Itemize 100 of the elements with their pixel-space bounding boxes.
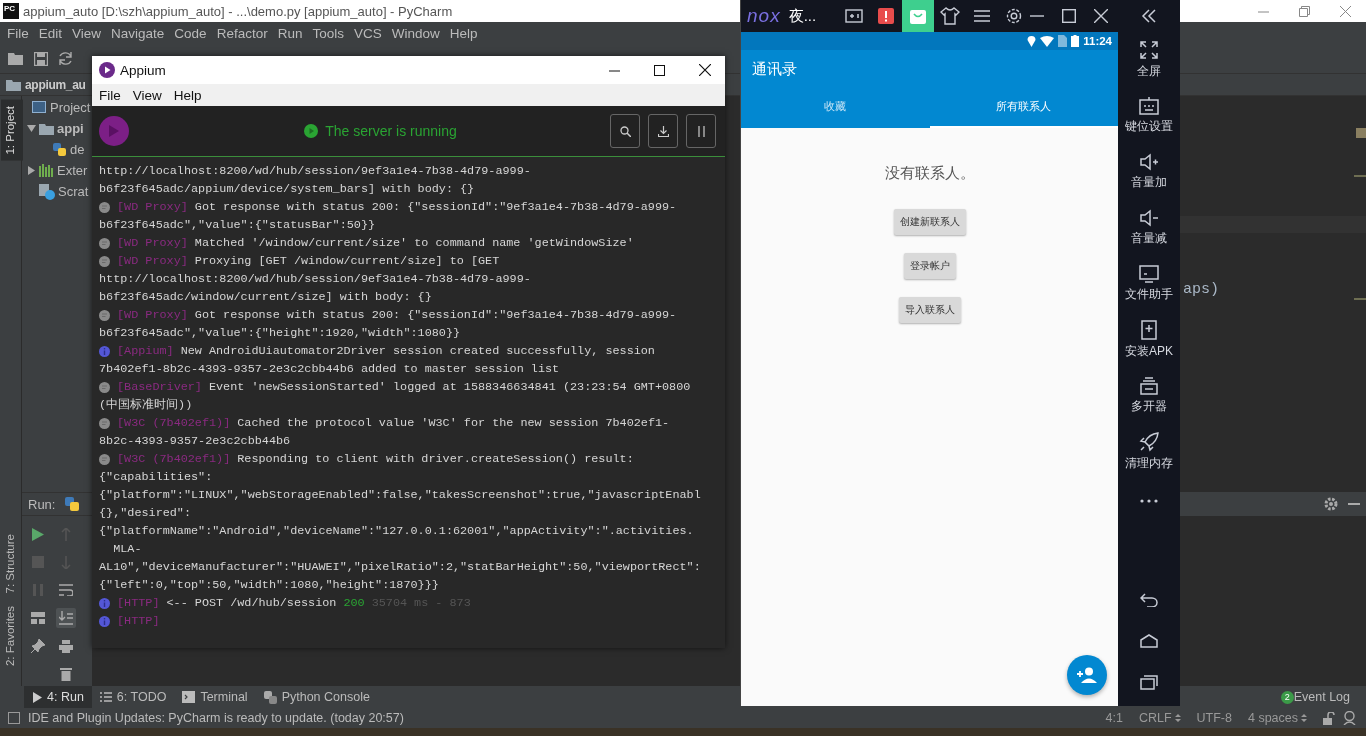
- menu-item[interactable]: VCS: [348, 25, 387, 41]
- log-tag: [HTTP]: [117, 612, 160, 630]
- tool-window-tab[interactable]: 1: Project: [1, 100, 23, 161]
- alert-icon[interactable]: [878, 8, 895, 24]
- sim-card-icon: [1058, 35, 1068, 47]
- sidebar-button[interactable]: 音量减: [1131, 200, 1167, 256]
- keyboard-icon[interactable]: [845, 9, 864, 23]
- soft-wrap-icon[interactable]: [59, 584, 73, 596]
- log-tag: [WD Proxy]: [117, 306, 188, 324]
- menu-item[interactable]: Run: [272, 25, 308, 41]
- print-icon[interactable]: [59, 639, 73, 653]
- pin-icon[interactable]: [31, 639, 45, 653]
- recents-icon[interactable]: [1140, 673, 1158, 690]
- menu-item[interactable]: Code: [169, 25, 212, 41]
- window-title: 夜...: [788, 6, 817, 26]
- settings-icon[interactable]: [1005, 7, 1024, 25]
- tool-window-tab[interactable]: 4: Run: [24, 686, 92, 708]
- tool-window-tab[interactable]: Python Console: [255, 686, 378, 708]
- menu-item[interactable]: Help: [168, 87, 207, 103]
- tree-item[interactable]: de: [70, 142, 85, 157]
- sidebar-button[interactable]: 键位设置: [1125, 88, 1173, 144]
- tool-window-tab[interactable]: Terminal: [174, 686, 256, 708]
- tree-item[interactable]: Exter: [57, 163, 88, 178]
- close-icon[interactable]: [699, 64, 711, 76]
- shirt-icon[interactable]: [940, 7, 961, 25]
- menu-item[interactable]: Edit: [33, 25, 68, 41]
- sidebar-button[interactable]: 文件助手: [1125, 256, 1173, 312]
- panel-title[interactable]: Project: [50, 99, 91, 115]
- status-item[interactable]: UTF-8: [1196, 711, 1232, 725]
- log-text: 8b2c-4393-9357-2e3c2cbb44b6: [99, 433, 291, 450]
- expand-arrow-icon[interactable]: [27, 124, 36, 133]
- chat-bubble-icon: [99, 255, 110, 267]
- menu-item[interactable]: Tools: [307, 25, 349, 41]
- sidebar-button[interactable]: 多开器: [1131, 368, 1167, 424]
- menu-item[interactable]: Window: [386, 25, 445, 41]
- inspector-icon[interactable]: [1343, 711, 1356, 725]
- chat-bubble-icon: [99, 417, 110, 429]
- sidebar-button[interactable]: 全屏: [1137, 32, 1161, 88]
- app-title: 通讯录: [751, 58, 798, 79]
- menu-icon[interactable]: [973, 9, 992, 23]
- sync-icon[interactable]: [58, 51, 73, 66]
- pause-button[interactable]: [686, 114, 716, 148]
- app-logo: nox: [747, 5, 781, 27]
- tree-item[interactable]: Scrat: [58, 184, 89, 199]
- gutter-mark: [1354, 175, 1366, 177]
- status-item[interactable]: CRLF: [1138, 711, 1181, 725]
- tool-window-tab[interactable]: 6: TODO: [91, 686, 175, 708]
- download-button[interactable]: [648, 114, 678, 148]
- sidebar-button[interactable]: 安装APK: [1125, 312, 1173, 368]
- tool-window-tab[interactable]: 7: Structure: [1, 528, 23, 600]
- menu-item[interactable]: View: [67, 25, 107, 41]
- lock-icon[interactable]: [1323, 711, 1335, 725]
- action-button[interactable]: 登录帐户: [903, 253, 956, 279]
- menu-item[interactable]: View: [127, 87, 167, 103]
- menu-item[interactable]: Navigate: [106, 25, 170, 41]
- home-icon[interactable]: [1140, 633, 1158, 648]
- layout-icon[interactable]: [31, 612, 45, 624]
- expand-arrow-icon[interactable]: [27, 166, 36, 175]
- breadcrumb[interactable]: appium_au: [25, 77, 86, 92]
- status-message[interactable]: IDE and Plugin Updates: PyCharm is ready to update. (today 20:57): [28, 711, 404, 725]
- sidebar-button[interactable]: 音量加: [1131, 144, 1167, 200]
- trash-icon[interactable]: [60, 667, 72, 681]
- log-text: http://localhost:8200/wd/hub/session/9ef3a1e4-7b38-4d79-a999-: [99, 271, 531, 288]
- more-icon[interactable]: [1140, 498, 1158, 503]
- log-text: MLA-: [112, 541, 142, 558]
- tree-item[interactable]: appi: [57, 121, 84, 136]
- back-icon[interactable]: [1140, 592, 1158, 607]
- add-contact-button[interactable]: [1067, 655, 1107, 695]
- toolbar-button[interactable]: [902, 0, 935, 32]
- search-button[interactable]: [610, 114, 640, 148]
- window-title: appium_auto [D:\szh\appium_auto] - ...\demo.py [appium_auto] - PyCharm: [23, 3, 453, 19]
- menu-item[interactable]: Help: [444, 25, 483, 41]
- tool-window-tab[interactable]: 2: Favorites: [1, 599, 23, 672]
- status-item[interactable]: 4 spaces: [1247, 711, 1307, 725]
- open-folder-icon[interactable]: [8, 51, 24, 66]
- scroll-to-end-icon[interactable]: [59, 611, 73, 625]
- menu-item[interactable]: File: [94, 87, 126, 103]
- log-text: http://localhost:8200/wd/hub/session/9ef3a1e4-7b38-4d79-a999-: [99, 163, 531, 180]
- status-item[interactable]: 4:1: [1105, 711, 1123, 725]
- restore-icon[interactable]: [1299, 5, 1310, 17]
- collapse-icon[interactable]: [1141, 9, 1157, 23]
- panel-title: Run:: [28, 496, 56, 512]
- save-icon[interactable]: [34, 51, 48, 66]
- log-text: (中国标准时间)): [99, 397, 193, 414]
- python-icon: [65, 497, 80, 511]
- maximize-icon[interactable]: [654, 64, 665, 76]
- python-icon: [263, 690, 277, 704]
- menu-item[interactable]: Refactor: [211, 25, 273, 41]
- start-button[interactable]: [99, 116, 129, 146]
- event-log-link[interactable]: Event Log: [1293, 690, 1350, 704]
- menu-item[interactable]: File: [2, 25, 34, 41]
- log-tag: [WD Proxy]: [117, 198, 188, 216]
- action-button[interactable]: 创建新联系人: [893, 209, 966, 235]
- stack-icon: [1139, 377, 1159, 395]
- tab[interactable]: 收藏: [741, 88, 930, 128]
- sidebar-button[interactable]: 清理内存: [1125, 424, 1173, 480]
- window-icon[interactable]: [8, 712, 20, 724]
- action-button[interactable]: 导入联系人: [898, 297, 961, 323]
- run-icon[interactable]: [32, 527, 44, 541]
- info-icon: [99, 345, 110, 357]
